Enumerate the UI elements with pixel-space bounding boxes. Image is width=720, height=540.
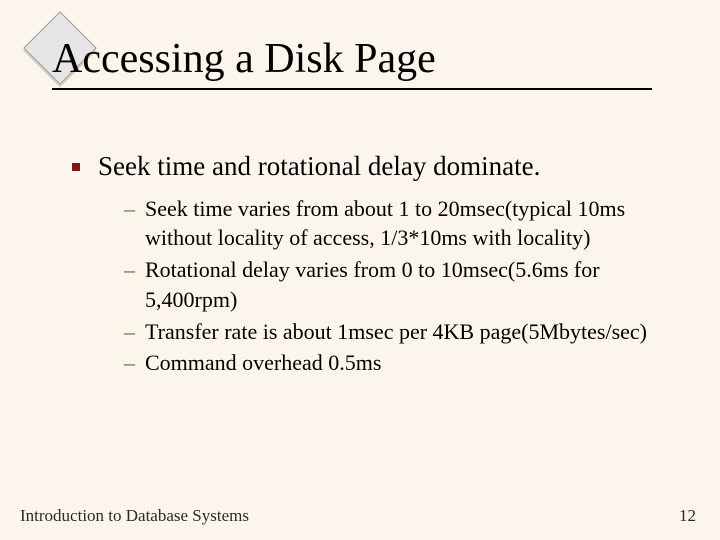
sub-bullet-list: – Seek time varies from about 1 to 20mse… [124,194,662,378]
sub-point-text: Command overhead 0.5ms [145,348,381,378]
dash-bullet-icon: – [124,348,135,378]
list-item: – Transfer rate is about 1msec per 4KB p… [124,317,662,347]
title-area: Accessing a Disk Page [52,38,436,80]
list-item: – Rotational delay varies from 0 to 10ms… [124,255,662,314]
main-bullet-item: Seek time and rotational delay dominate. [72,150,662,184]
dash-bullet-icon: – [124,255,135,285]
sub-point-text: Seek time varies from about 1 to 20msec(… [145,194,662,253]
list-item: – Command overhead 0.5ms [124,348,662,378]
main-point-text: Seek time and rotational delay dominate. [98,150,540,184]
square-bullet-icon [72,163,80,171]
sub-point-text: Transfer rate is about 1msec per 4KB pag… [145,317,647,347]
title-underline [52,88,652,90]
slide-body: Seek time and rotational delay dominate.… [72,150,662,380]
footer-left-text: Introduction to Database Systems [20,506,249,526]
dash-bullet-icon: – [124,317,135,347]
list-item: – Seek time varies from about 1 to 20mse… [124,194,662,253]
page-number: 12 [679,506,696,526]
slide-title: Accessing a Disk Page [52,38,436,80]
slide: Accessing a Disk Page Seek time and rota… [0,0,720,540]
sub-point-text: Rotational delay varies from 0 to 10msec… [145,255,662,314]
dash-bullet-icon: – [124,194,135,224]
